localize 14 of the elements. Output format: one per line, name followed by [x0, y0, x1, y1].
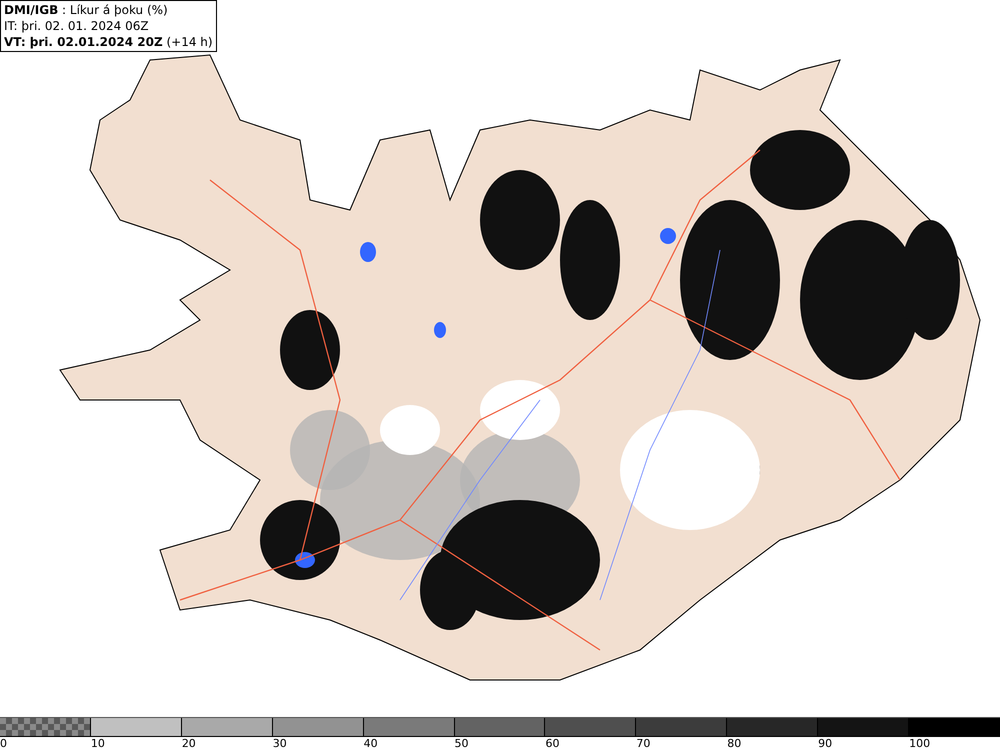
legend-label: 0 — [0, 737, 7, 750]
legend-label: 10 — [90, 737, 105, 750]
legend-label: 80 — [727, 737, 742, 750]
legend-label: 60 — [545, 737, 560, 750]
legend-label: 70 — [636, 737, 650, 750]
legend-label: 90 — [818, 737, 832, 750]
legend-label: 20 — [182, 737, 196, 750]
map-title: DMI/IGB : Líkur á þoku (%) — [4, 2, 169, 18]
issue-time: IT: þri. 02. 01. 2024 06Z — [4, 18, 150, 34]
legend-label: 30 — [272, 737, 287, 750]
legend-label: 50 — [454, 737, 469, 750]
valid-time: VT: þri. 02.01.2024 20Z (+14 h) — [4, 34, 213, 50]
legend-label: 40 — [364, 737, 378, 750]
legend-label: 100 — [909, 737, 930, 750]
